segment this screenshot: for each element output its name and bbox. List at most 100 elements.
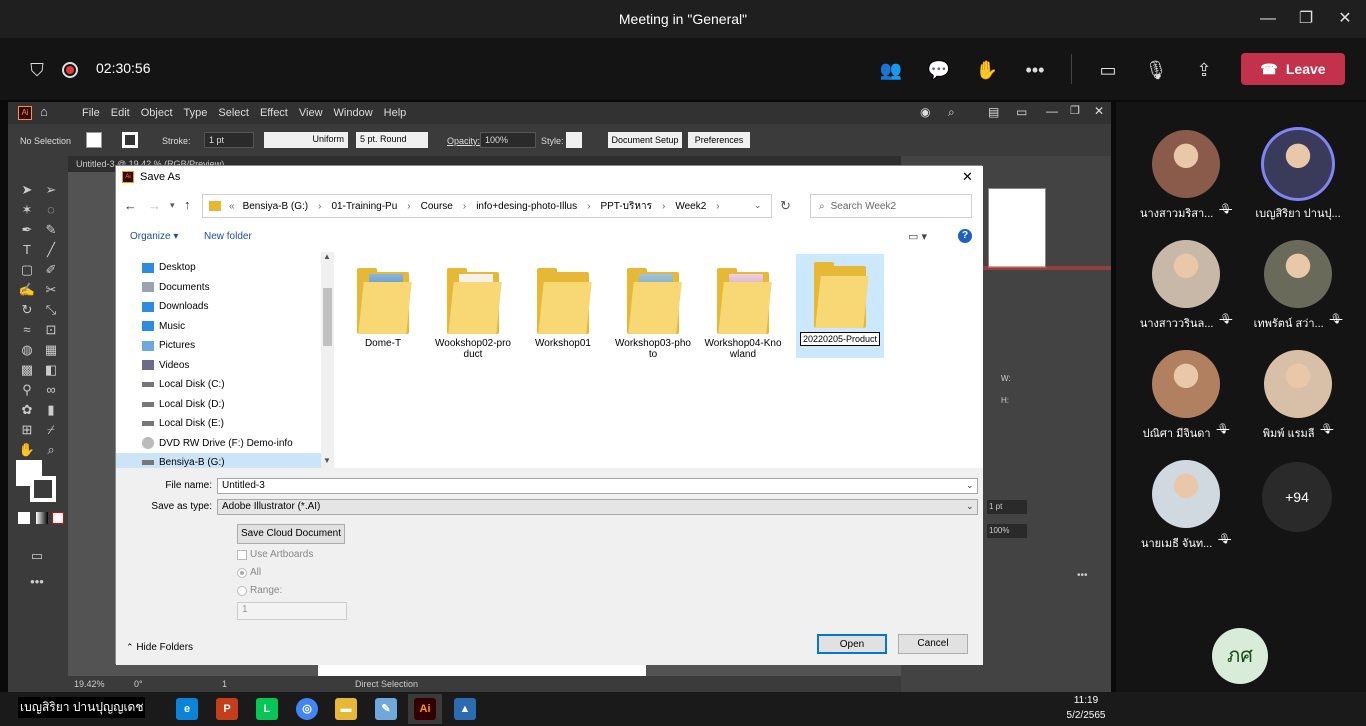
save-cloud-document-button[interactable]: Save Cloud Document: [237, 524, 345, 544]
photos-icon[interactable]: ▲: [454, 698, 476, 720]
document-setup-button[interactable]: Document Setup: [608, 132, 682, 148]
line-app-icon[interactable]: L: [256, 698, 278, 720]
panel-opacity-input[interactable]: 100%: [987, 524, 1027, 538]
rename-input[interactable]: 20220205-Product: [800, 332, 880, 346]
nav-item[interactable]: Local Disk (D:): [142, 395, 322, 414]
more-options-icon[interactable]: •••: [1021, 56, 1049, 84]
folder-item[interactable]: Workshop03-pho to: [610, 260, 696, 364]
opacity-input[interactable]: 100%: [480, 132, 536, 148]
none-mode-icon[interactable]: [52, 512, 64, 524]
screen-mode-icon[interactable]: ▭: [28, 548, 46, 564]
nav-item[interactable]: Local Disk (E:): [142, 414, 322, 433]
open-button[interactable]: Open: [817, 634, 887, 654]
save-type-dropdown-icon[interactable]: ⌄: [966, 501, 974, 512]
panel-more-icon[interactable]: •••: [1077, 570, 1088, 581]
eyedropper-icon[interactable]: ⚲: [18, 382, 36, 398]
workspace-icon[interactable]: ▤: [988, 105, 999, 119]
type-tool-icon[interactable]: T: [18, 242, 36, 258]
menu-item[interactable]: Type: [184, 107, 208, 119]
folder-item[interactable]: Workshop01: [520, 260, 606, 364]
folder-item[interactable]: Workshop04-Kno wland: [700, 260, 786, 364]
nav-scrollbar[interactable]: ▲ ▼: [321, 252, 334, 468]
menu-item[interactable]: Help: [384, 107, 407, 119]
share-screen-icon[interactable]: ⇪: [1190, 56, 1218, 84]
pen-tool-icon[interactable]: ✒: [18, 222, 36, 238]
nav-item[interactable]: Music: [142, 317, 322, 336]
file-name-input[interactable]: Untitled-3: [217, 478, 978, 494]
nav-item[interactable]: Desktop: [142, 258, 322, 277]
breadcrumb-separator-icon[interactable]: ›: [716, 201, 719, 212]
profile-dropdown[interactable]: Uniform: [264, 132, 348, 148]
participant-tile[interactable]: เทพรัตน์ สว่า... 🎙: [1238, 240, 1358, 350]
line-tool-icon[interactable]: ╱: [42, 242, 60, 258]
artboard-number[interactable]: 1: [222, 679, 227, 689]
breadcrumb-separator-icon[interactable]: ›: [407, 201, 410, 212]
breadcrumb-item[interactable]: info+desing-photo-Illus: [476, 201, 577, 212]
refresh-icon[interactable]: ↻: [780, 198, 791, 214]
user-icon[interactable]: ◉: [920, 105, 930, 119]
breadcrumb-item[interactable]: Course: [421, 201, 453, 212]
warp-icon[interactable]: ≈: [18, 322, 36, 338]
search-icon[interactable]: ⌕: [948, 105, 955, 120]
stroke-color-icon[interactable]: [30, 476, 56, 502]
menu-item[interactable]: Select: [218, 107, 249, 119]
magic-wand-icon[interactable]: ✶: [18, 202, 36, 218]
close-icon[interactable]: ✕: [1332, 6, 1358, 32]
folder-item[interactable]: Wookshop02-pro duct: [430, 260, 516, 364]
address-bar[interactable]: « Bensiya-B (G:) › 01-Training-Pu › Course › i…: [202, 194, 772, 218]
free-transform-icon[interactable]: ⊡: [42, 322, 60, 338]
clock-date[interactable]: 5/2/2565: [1058, 710, 1114, 721]
dialog-close-icon[interactable]: ✕: [962, 166, 973, 188]
symbol-sprayer-icon[interactable]: ✿: [18, 402, 36, 418]
shield-icon[interactable]: ⛉: [23, 56, 51, 84]
new-folder-button[interactable]: New folder: [204, 231, 252, 242]
view-options-icon[interactable]: ▭ ▾: [908, 230, 927, 243]
nav-item[interactable]: DVD RW Drive (F:) Demo-info: [142, 434, 322, 453]
hand-tool-icon[interactable]: ✋: [18, 442, 36, 458]
address-dropdown-icon[interactable]: ⌄: [754, 200, 762, 211]
gradient-icon[interactable]: ◧: [42, 362, 60, 378]
notes-app-icon[interactable]: ✎: [375, 698, 397, 720]
breadcrumb-item[interactable]: Bensiya-B (G:): [243, 201, 309, 212]
brush-dropdown[interactable]: 5 pt. Round: [356, 132, 428, 148]
nav-item[interactable]: Local Disk (C:): [142, 375, 322, 394]
breadcrumb-item[interactable]: 01-Training-Pu: [331, 201, 397, 212]
range-input[interactable]: 1: [237, 602, 347, 620]
menu-item[interactable]: Effect: [260, 107, 288, 119]
help-icon[interactable]: ?: [958, 229, 972, 243]
app-restore-icon[interactable]: ❐: [1070, 104, 1080, 117]
perspective-icon[interactable]: ▦: [42, 342, 60, 358]
breadcrumb-item[interactable]: Week2: [675, 201, 706, 212]
menu-item[interactable]: Edit: [111, 107, 130, 119]
preferences-button[interactable]: Preferences: [688, 132, 750, 148]
nav-item[interactable]: Pictures: [142, 336, 322, 355]
up-arrow-icon[interactable]: ↑: [184, 197, 191, 212]
slice-tool-icon[interactable]: ⌿: [42, 422, 60, 438]
file-name-dropdown-icon[interactable]: ⌄: [966, 480, 974, 491]
save-type-select[interactable]: Adobe Illustrator (*.AI): [217, 499, 978, 515]
paintbrush-icon[interactable]: ✐: [42, 262, 60, 278]
participant-tile[interactable]: นางสาววรินล... 🎙: [1126, 240, 1246, 350]
menu-item[interactable]: Window: [334, 107, 373, 119]
search-input[interactable]: ⌕ Search Week2: [810, 194, 972, 218]
direct-selection-tool-icon[interactable]: ➢: [42, 182, 60, 198]
color-mode-icon[interactable]: [18, 512, 30, 524]
participant-tile[interactable]: พิมพ์ แรมลี 🎙: [1238, 350, 1358, 460]
nav-item[interactable]: Videos: [142, 356, 322, 375]
new-folder-item[interactable]: 20220205-Product: [796, 254, 884, 358]
breadcrumb-separator-icon[interactable]: ›: [318, 201, 321, 212]
menu-item[interactable]: View: [299, 107, 323, 119]
zoom-tool-icon[interactable]: ⌕: [42, 442, 60, 458]
artboard-tool-icon[interactable]: ⊞: [18, 422, 36, 438]
leave-button[interactable]: ☎ Leave: [1241, 53, 1345, 85]
all-radio[interactable]: [237, 568, 247, 578]
more-participants-badge[interactable]: +94: [1262, 462, 1332, 532]
blend-icon[interactable]: ∞: [42, 382, 60, 398]
home-icon[interactable]: ⌂: [40, 104, 48, 119]
folder-item[interactable]: Dome-T: [340, 260, 426, 364]
scale-icon[interactable]: ⤡: [42, 302, 60, 318]
breadcrumb-separator-icon[interactable]: ›: [662, 201, 665, 212]
mic-off-icon[interactable]: 🎙: [1142, 56, 1170, 84]
panel-stroke-input[interactable]: 1 pt: [987, 500, 1027, 514]
rectangle-tool-icon[interactable]: ▢: [18, 262, 36, 278]
